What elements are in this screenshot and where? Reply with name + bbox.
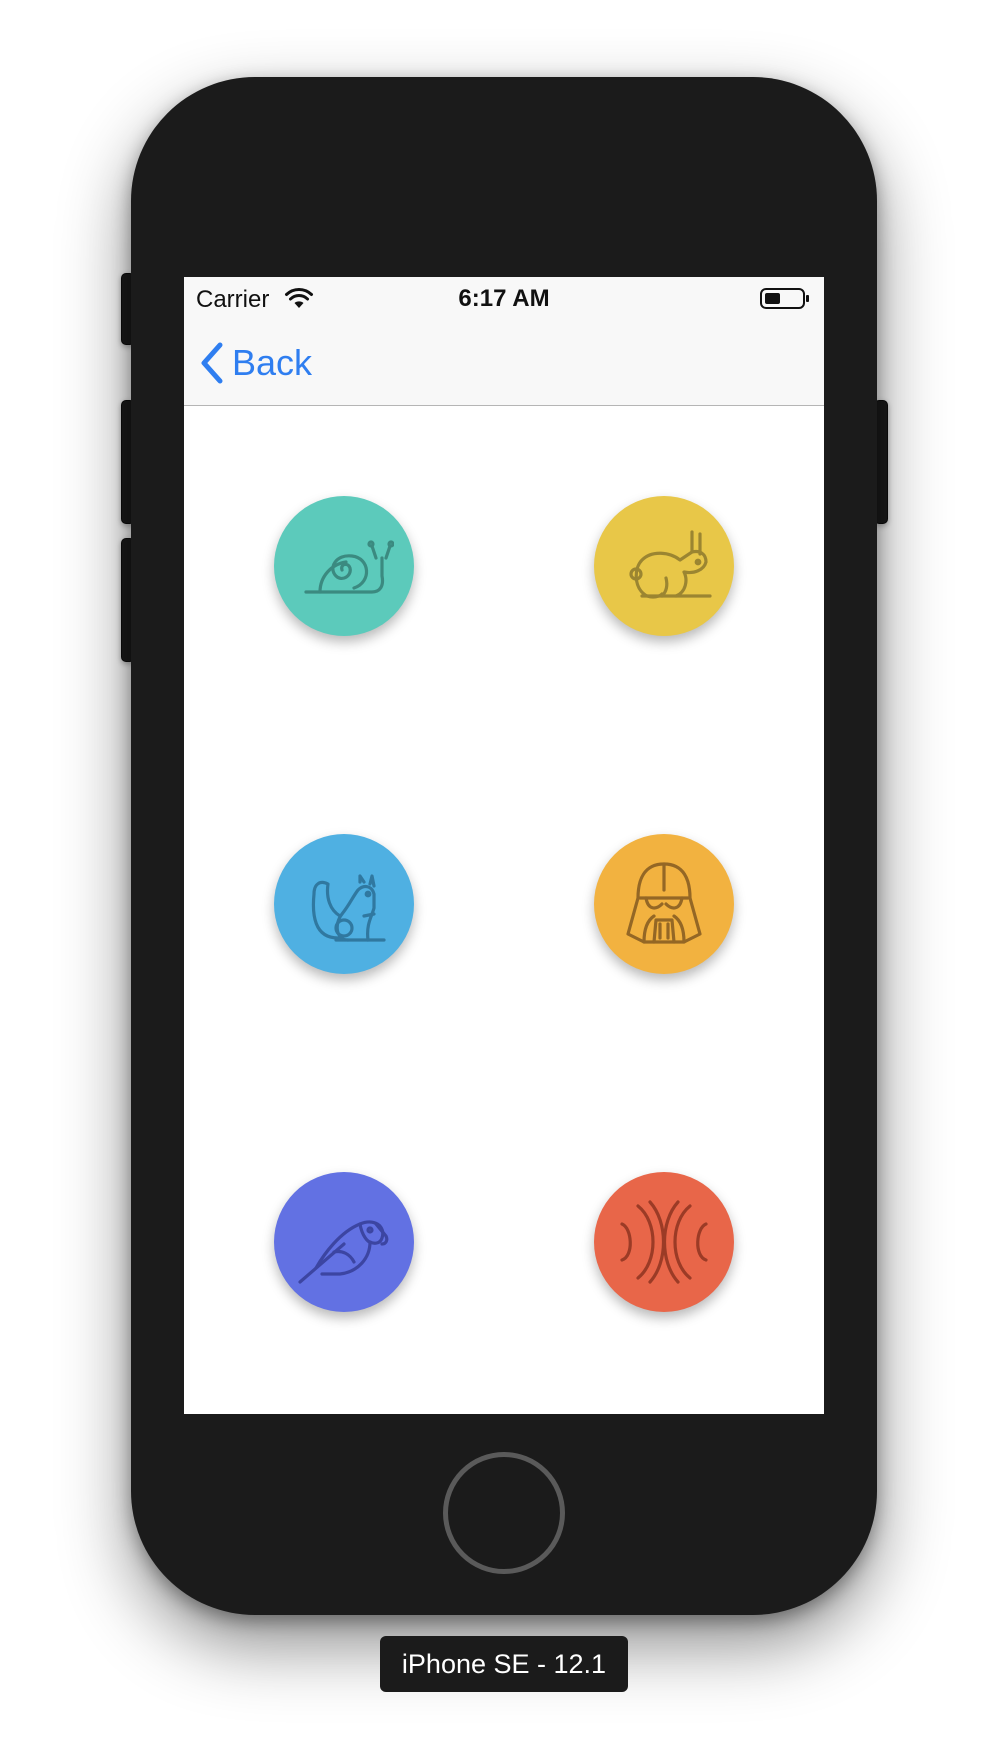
rabbit-button[interactable] [594,496,734,636]
rabbit-icon [629,530,712,599]
waves-icon [620,1200,708,1284]
simulator-stage: Carrier 6:17 AM Back iPhone SE - 12.1 [0,0,1008,1764]
home-button[interactable] [443,1452,565,1574]
parrot-button[interactable] [274,1172,414,1312]
status-bar: Carrier 6:17 AM [184,277,824,321]
content-area [184,406,824,1414]
back-button[interactable]: Back [198,339,312,387]
waves-button[interactable] [594,1172,734,1312]
snail-icon [304,540,394,594]
back-label: Back [232,342,313,383]
battery-fill [765,293,780,304]
squirrel-button[interactable] [274,834,414,974]
navigation-bar: Back [184,321,824,406]
snail-button[interactable] [274,496,414,636]
squirrel-icon [311,874,386,942]
battery-icon [760,288,809,309]
status-time: 6:17 AM [458,285,550,312]
darth-vader-button[interactable] [594,834,734,974]
darth-vader-icon [626,862,702,944]
phone-screen: Carrier 6:17 AM Back [184,277,824,1414]
parrot-icon [298,1220,389,1284]
device-name-label: iPhone SE - 12.1 [380,1636,628,1692]
chevron-left-icon [201,342,223,384]
